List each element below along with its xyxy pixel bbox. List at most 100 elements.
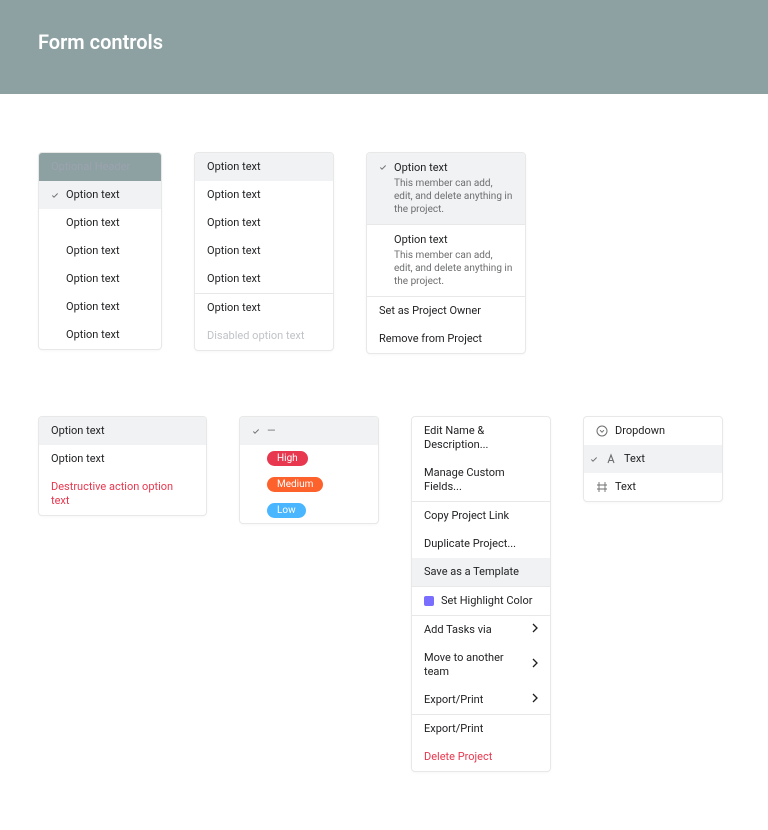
menu-item-label: Export/Print [424, 693, 483, 707]
menu-item[interactable]: Option text This member can add, edit, a… [367, 153, 525, 224]
menu-item-label: Add Tasks via [424, 623, 492, 637]
page-title: Form controls [38, 30, 730, 54]
menu-item-label: Delete Project [424, 750, 492, 764]
menu-with-descriptions: Option text This member can add, edit, a… [366, 152, 526, 354]
menu-item-label: Option text [66, 272, 120, 286]
menu-item[interactable]: Option text [39, 445, 206, 473]
menu-item-label: Option text [394, 233, 513, 247]
row-2: Option text Option text Destructive acti… [38, 416, 730, 772]
dropdown-icon [596, 425, 608, 437]
canvas: Optional Header Option text Option text … [0, 94, 768, 830]
text-a-icon [605, 453, 617, 465]
menu-item-label: Edit Name & Description... [424, 424, 538, 452]
menu-item-label: Set as Project Owner [379, 304, 481, 318]
menu-item[interactable]: Option text [39, 181, 161, 209]
menu-item-description: This member can add, edit, and delete an… [394, 177, 513, 216]
menu-item-text-alt[interactable]: Text [584, 473, 722, 501]
menu-item[interactable]: Option text This member can add, edit, a… [367, 225, 525, 296]
menu-item[interactable]: Option text [39, 237, 161, 265]
check-icon [252, 427, 260, 435]
menu-item-edit-name[interactable]: Edit Name & Description... [412, 417, 550, 459]
menu-item-label: Text [624, 452, 645, 466]
menu-item-label: Move to another team [424, 651, 525, 679]
menu-item-pill[interactable]: Medium [240, 471, 378, 497]
chevron-right-icon [532, 693, 538, 707]
menu-item-label: Option text [51, 424, 105, 438]
menu-basic-disabled: Option text Option text Option text Opti… [194, 152, 334, 351]
menu-item-pill[interactable]: Low [240, 497, 378, 523]
row-1: Optional Header Option text Option text … [38, 152, 730, 354]
menu-item-label: Option text [207, 244, 261, 258]
menu-item-label: Option text [207, 272, 261, 286]
menu-item[interactable]: Option text [39, 293, 161, 321]
menu-item-label: Set Highlight Color [441, 594, 532, 608]
menu-field-type: Dropdown Text Text [583, 416, 723, 502]
check-icon [51, 191, 59, 199]
menu-item-label: Option text [207, 160, 261, 174]
menu-item-label: Option text [207, 216, 261, 230]
menu-destructive: Option text Option text Destructive acti… [38, 416, 207, 516]
priority-pill-low: Low [267, 503, 306, 518]
menu-item-label: — [267, 424, 276, 438]
menu-item[interactable]: Option text [39, 209, 161, 237]
menu-item-label: Disabled option text [207, 329, 304, 343]
menu-item-label: Option text [66, 328, 120, 342]
menu-project-actions: Edit Name & Description... Manage Custom… [411, 416, 551, 772]
menu-item-selected-none[interactable]: — [240, 417, 378, 445]
color-swatch-icon [424, 596, 434, 606]
menu-item-export[interactable]: Export/Print [412, 715, 550, 743]
menu-item-label: Option text [66, 188, 120, 202]
menu-item-manage-fields[interactable]: Manage Custom Fields... [412, 459, 550, 501]
priority-pill-high: High [267, 451, 308, 466]
menu-item-save-template[interactable]: Save as a Template [412, 558, 550, 586]
menu-item-add-tasks[interactable]: Add Tasks via [412, 616, 550, 644]
menu-item[interactable]: Option text [195, 294, 333, 322]
menu-item[interactable]: Option text [39, 417, 206, 445]
menu-item[interactable]: Remove from Project [367, 325, 525, 353]
menu-item[interactable]: Option text [195, 209, 333, 237]
menu-item[interactable]: Set as Project Owner [367, 297, 525, 325]
menu-item-disabled: Disabled option text [195, 322, 333, 350]
menu-item-label: Option text [66, 300, 120, 314]
menu-item-label: Text [615, 480, 636, 494]
menu-priority-pills: — High Medium Low [239, 416, 379, 524]
menu-item[interactable]: Option text [195, 181, 333, 209]
chevron-right-icon [532, 623, 538, 637]
menu-item[interactable]: Option text [39, 321, 161, 349]
menu-basic-header: Optional Header Option text Option text … [38, 152, 162, 350]
menu-item-label: Manage Custom Fields... [424, 466, 538, 494]
menu-item-content: Option text This member can add, edit, a… [394, 161, 513, 216]
menu-item-delete-project[interactable]: Delete Project [412, 743, 550, 771]
menu-item[interactable]: Option text [195, 237, 333, 265]
menu-item-label: Option text [207, 301, 261, 315]
menu-item-content: Option text This member can add, edit, a… [394, 233, 513, 288]
menu-item-label: Option text [207, 188, 261, 202]
menu-item-text[interactable]: Text [584, 445, 722, 473]
menu-item-dropdown[interactable]: Dropdown [584, 417, 722, 445]
menu-item[interactable]: Option text [195, 265, 333, 293]
menu-header: Optional Header [39, 153, 161, 181]
page-header: Form controls [0, 0, 768, 94]
menu-item[interactable]: Option text [39, 265, 161, 293]
menu-item-pill[interactable]: High [240, 445, 378, 471]
menu-item-copy-link[interactable]: Copy Project Link [412, 502, 550, 530]
menu-item-duplicate[interactable]: Duplicate Project... [412, 530, 550, 558]
check-icon [590, 455, 598, 463]
number-icon [596, 481, 608, 493]
menu-item-move-team[interactable]: Move to another team [412, 644, 550, 686]
menu-item-label: Copy Project Link [424, 509, 509, 523]
chevron-right-icon [532, 658, 538, 672]
priority-pill-medium: Medium [267, 477, 323, 492]
menu-item-label: Remove from Project [379, 332, 482, 346]
menu-item-highlight-color[interactable]: Set Highlight Color [412, 587, 550, 615]
menu-item-description: This member can add, edit, and delete an… [394, 249, 513, 288]
menu-item-label: Option text [66, 244, 120, 258]
menu-item-destructive[interactable]: Destructive action option text [39, 473, 206, 515]
menu-item-label: Option text [394, 161, 513, 175]
menu-item-export-sub[interactable]: Export/Print [412, 686, 550, 714]
menu-item-label: Save as a Template [424, 565, 519, 579]
menu-item[interactable]: Option text [195, 153, 333, 181]
menu-header-label: Optional Header [51, 160, 130, 174]
menu-item-label: Export/Print [424, 722, 483, 736]
menu-item-label: Duplicate Project... [424, 537, 516, 551]
